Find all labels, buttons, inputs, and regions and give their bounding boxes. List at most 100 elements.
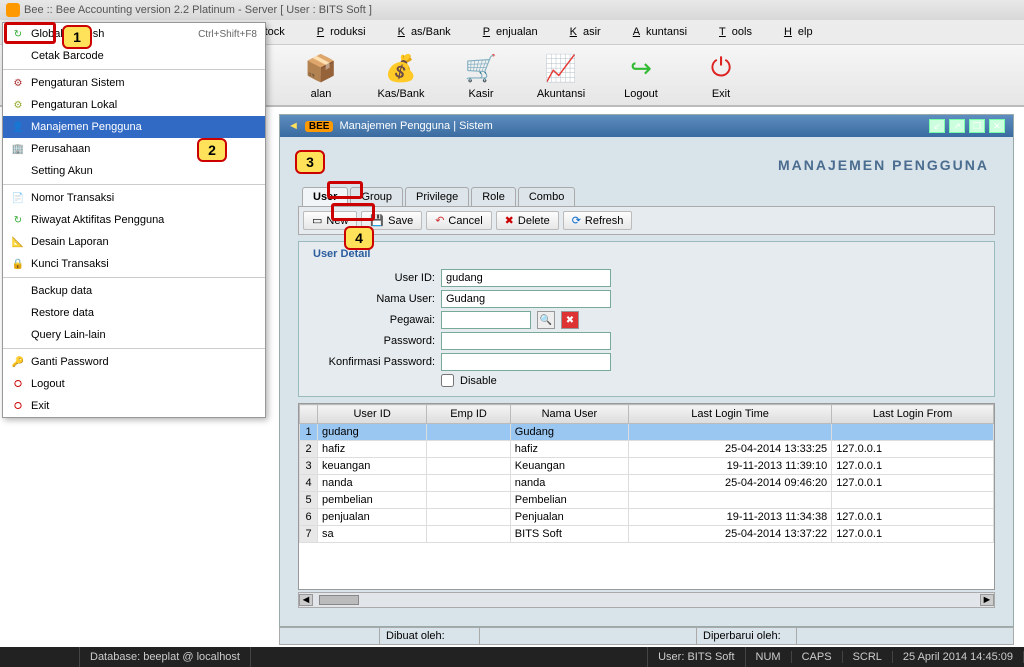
scrl-indicator: SCRL bbox=[843, 651, 893, 663]
col-header[interactable] bbox=[300, 405, 318, 424]
callout-4: 4 bbox=[344, 226, 374, 250]
col-header[interactable]: User ID bbox=[318, 405, 427, 424]
userid-label: User ID: bbox=[305, 272, 435, 284]
panel-title-text: Manajemen Pengguna | Sistem bbox=[339, 120, 492, 132]
password-input[interactable] bbox=[441, 332, 611, 350]
diperbarui-label: Diperbarui oleh: bbox=[697, 628, 797, 644]
tool-alan[interactable]: 📦alan bbox=[286, 50, 356, 100]
pegawai-label: Pegawai: bbox=[305, 314, 435, 326]
db-status: Database: beeplat @ localhost bbox=[80, 647, 251, 667]
panel-titlebar[interactable]: ◄ BEE Manajemen Pengguna | Sistem ↙ ↗ ❐ … bbox=[280, 115, 1013, 137]
menu-akuntansi[interactable]: Akuntansi bbox=[621, 23, 693, 41]
alan-icon: 📦 bbox=[303, 50, 339, 86]
min-icon[interactable]: ↙ bbox=[929, 119, 945, 133]
tab-user[interactable]: User bbox=[302, 187, 348, 206]
back-icon[interactable]: ◄ bbox=[288, 120, 299, 132]
max-icon[interactable]: ↗ bbox=[949, 119, 965, 133]
menu-kas/bank[interactable]: Kas/Bank bbox=[386, 23, 457, 41]
konfirm-input[interactable] bbox=[441, 353, 611, 371]
exit-icon: ⏻ bbox=[703, 50, 739, 86]
menu-produksi[interactable]: Produksi bbox=[305, 23, 372, 41]
menu-item-nomor-transaksi[interactable]: 📄Nomor Transaksi bbox=[3, 187, 265, 209]
menu-item-ganti-password[interactable]: 🔑Ganti Password bbox=[3, 351, 265, 373]
panel-heading: MANAJEMEN PENGGUNA bbox=[294, 151, 999, 179]
menu-item-pengaturan-lokal[interactable]: ⚙Pengaturan Lokal bbox=[3, 94, 265, 116]
menu-item-cetak-barcode[interactable]: Cetak Barcode bbox=[3, 45, 265, 67]
scroll-left-icon[interactable]: ◄ bbox=[299, 594, 313, 606]
menu-item-query-lain-lain[interactable]: Query Lain-lain bbox=[3, 324, 265, 346]
tool-kasir[interactable]: 🛒Kasir bbox=[446, 50, 516, 100]
password-label: Password: bbox=[305, 335, 435, 347]
close-icon[interactable]: ✕ bbox=[989, 119, 1005, 133]
panel-status-strip: Dibuat oleh: Diperbarui oleh: bbox=[279, 627, 1014, 645]
tool-kas/bank[interactable]: 💰Kas/Bank bbox=[366, 50, 436, 100]
menu-item-exit[interactable]: ⭘Exit bbox=[3, 395, 265, 417]
app-status-bar: Database: beeplat @ localhost User: BITS… bbox=[0, 647, 1024, 667]
callout-2: 2 bbox=[197, 138, 227, 162]
kas/bank-icon: 💰 bbox=[383, 50, 419, 86]
menu-penjualan[interactable]: Penjualan bbox=[471, 23, 544, 41]
scroll-right-icon[interactable]: ► bbox=[980, 594, 994, 606]
cancel-button[interactable]: ↶Cancel bbox=[426, 211, 491, 230]
user-table[interactable]: User IDEmp IDNama UserLast Login TimeLas… bbox=[298, 403, 995, 590]
menu-item-manajemen-pengguna[interactable]: 👤Manajemen Pengguna bbox=[3, 116, 265, 138]
disable-checkbox[interactable] bbox=[441, 374, 454, 387]
menu-tools[interactable]: Tools bbox=[707, 23, 758, 41]
table-row[interactable]: 6penjualanPenjualan19-11-2013 11:34:3812… bbox=[300, 509, 994, 526]
table-row[interactable]: 5pembelianPembelian bbox=[300, 492, 994, 509]
table-row[interactable]: 7saBITS Soft25-04-2014 13:37:22127.0.0.1 bbox=[300, 526, 994, 543]
table-row[interactable]: 2hafizhafiz25-04-2014 13:33:25127.0.0.1 bbox=[300, 441, 994, 458]
table-row[interactable]: 1gudangGudang bbox=[300, 424, 994, 441]
tab-group[interactable]: Group bbox=[350, 187, 403, 206]
logout-icon: ↪ bbox=[623, 50, 659, 86]
menu-item-riwayat-aktifitas-pengguna[interactable]: ↻Riwayat Aktifitas Pengguna bbox=[3, 209, 265, 231]
menu-item-backup-data[interactable]: Backup data bbox=[3, 280, 265, 302]
menu-kasir[interactable]: Kasir bbox=[558, 23, 607, 41]
menu-item-desain-laporan[interactable]: 📐Desain Laporan bbox=[3, 231, 265, 253]
tool-exit[interactable]: ⏻Exit bbox=[686, 50, 756, 100]
tool-logout[interactable]: ↪Logout bbox=[606, 50, 676, 100]
col-header[interactable]: Emp ID bbox=[427, 405, 511, 424]
menu-item-setting-akun[interactable]: Setting Akun bbox=[3, 160, 265, 182]
title-bar: Bee :: Bee Accounting version 2.2 Platin… bbox=[0, 0, 1024, 20]
menu-item-logout[interactable]: ⭘Logout bbox=[3, 373, 265, 395]
delete-button[interactable]: ✖Delete bbox=[496, 211, 559, 230]
restore-icon[interactable]: ❐ bbox=[969, 119, 985, 133]
table-row[interactable]: 3keuanganKeuangan19-11-2013 11:39:10127.… bbox=[300, 458, 994, 475]
app-icon bbox=[6, 3, 20, 17]
bee-badge: BEE bbox=[305, 121, 334, 132]
konfirm-label: Konfirmasi Password: bbox=[305, 356, 435, 368]
col-header[interactable]: Last Login From bbox=[832, 405, 994, 424]
window-title: Bee :: Bee Accounting version 2.2 Platin… bbox=[24, 4, 372, 16]
lookup-icon[interactable]: 🔍 bbox=[537, 311, 555, 329]
tab-privilege[interactable]: Privilege bbox=[405, 187, 469, 206]
panel-window: ◄ BEE Manajemen Pengguna | Sistem ↙ ↗ ❐ … bbox=[279, 114, 1014, 627]
scroll-thumb[interactable] bbox=[319, 595, 359, 605]
tool-akuntansi[interactable]: 📈Akuntansi bbox=[526, 50, 596, 100]
menu-help[interactable]: Help bbox=[772, 23, 819, 41]
action-bar: ▭New 💾Save ↶Cancel ✖Delete ⟳Refresh bbox=[298, 206, 995, 235]
table-row[interactable]: 4nandananda25-04-2014 09:46:20127.0.0.1 bbox=[300, 475, 994, 492]
menu-item-kunci-transaksi[interactable]: 🔒Kunci Transaksi bbox=[3, 253, 265, 275]
h-scrollbar[interactable]: ◄ ► bbox=[298, 592, 995, 608]
tab-role[interactable]: Role bbox=[471, 187, 516, 206]
callout-3: 3 bbox=[295, 150, 325, 174]
pegawai-input[interactable] bbox=[441, 311, 531, 329]
refresh-button[interactable]: ⟳Refresh bbox=[563, 211, 633, 230]
nama-input[interactable] bbox=[441, 290, 611, 308]
col-header[interactable]: Nama User bbox=[510, 405, 628, 424]
menu-item-pengaturan-sistem[interactable]: ⚙Pengaturan Sistem bbox=[3, 72, 265, 94]
sistem-dropdown: ↻Global RefreshCtrl+Shift+F8Cetak Barcod… bbox=[2, 22, 266, 418]
userid-input[interactable] bbox=[441, 269, 611, 287]
akuntansi-icon: 📈 bbox=[543, 50, 579, 86]
user-status: User: BITS Soft bbox=[648, 647, 745, 667]
menu-item-global-refresh[interactable]: ↻Global RefreshCtrl+Shift+F8 bbox=[3, 23, 265, 45]
tab-combo[interactable]: Combo bbox=[518, 187, 575, 206]
col-header[interactable]: Last Login Time bbox=[628, 405, 831, 424]
menu-item-restore-data[interactable]: Restore data bbox=[3, 302, 265, 324]
delete-icon: ✖ bbox=[505, 214, 514, 227]
new-icon: ▭ bbox=[312, 214, 322, 227]
clear-icon[interactable]: ✖ bbox=[561, 311, 579, 329]
user-detail-fieldset: User Detail User ID: Nama User: Pegawai:… bbox=[298, 241, 995, 397]
datetime: 25 April 2014 14:45:09 bbox=[893, 651, 1024, 663]
